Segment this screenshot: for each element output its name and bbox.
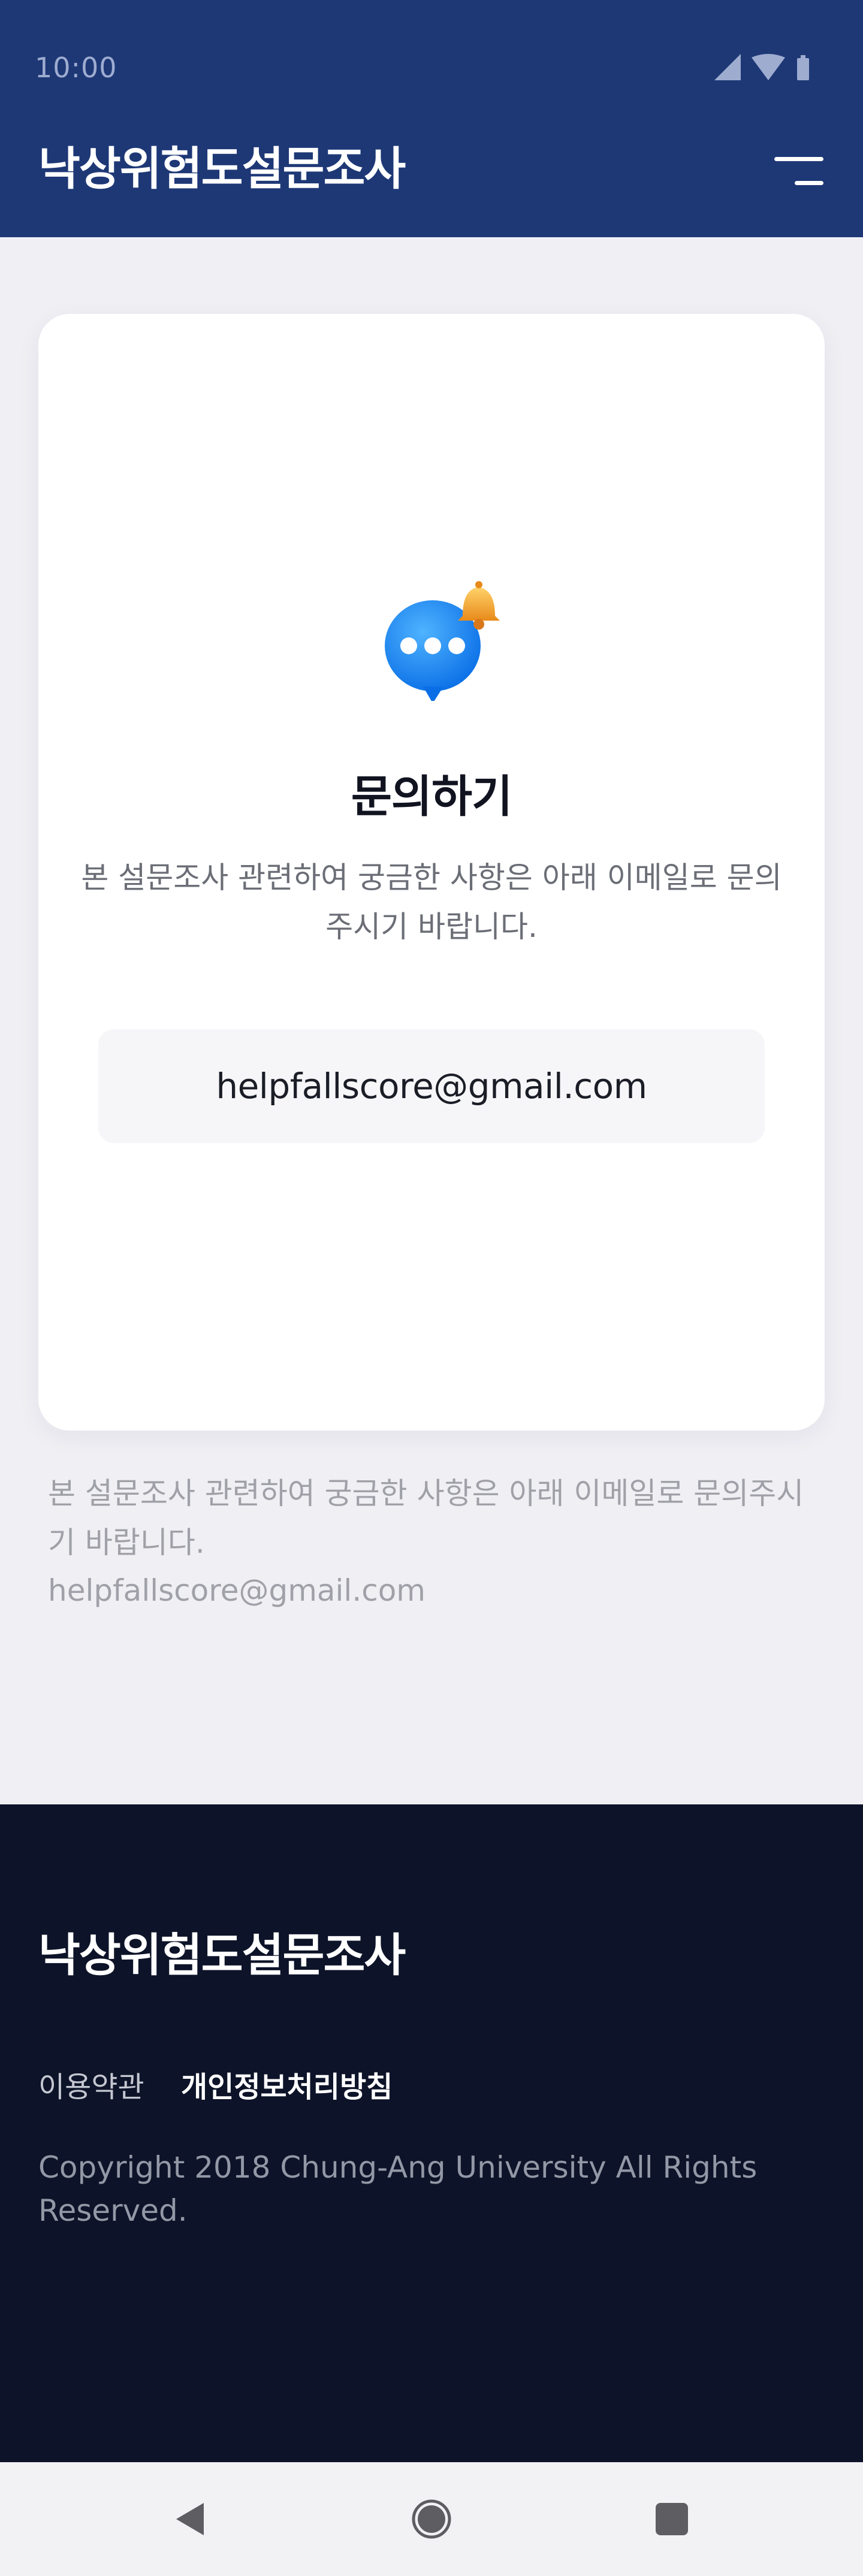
copyright-text: Copyright 2018 Chung-Ang University All … <box>38 2150 758 2228</box>
cellular-signal-icon <box>714 54 741 80</box>
terms-link[interactable]: 이용약관 <box>38 2063 144 2105</box>
info-text: 본 설문조사 관련하여 궁금한 사항은 아래 이메일로 문의주시기 바랍니다. <box>48 1476 804 1560</box>
status-time: 10:00 <box>35 52 117 84</box>
card-title: 문의하기 <box>351 771 512 823</box>
app-title: 낙상위험도설문조사 <box>38 142 406 195</box>
status-icons <box>714 54 809 80</box>
contact-card: 문의하기 본 설문조사 관련하여 궁금한 사항은 아래 이메일로 문의주시기 바… <box>38 314 825 1431</box>
site-footer: 낙상위험도설문조사 이용약관 개인정보처리방침 Copyright 2018 C… <box>0 1804 863 2462</box>
system-nav-bar <box>0 2462 863 2576</box>
recents-icon[interactable] <box>651 2498 693 2540</box>
back-icon[interactable] <box>169 2498 211 2540</box>
status-bar: 10:00 <box>0 0 863 138</box>
wifi-icon <box>752 54 785 80</box>
menu-icon[interactable] <box>774 157 823 186</box>
app-header: 10:00 낙상위험도설문조사 <box>0 0 863 237</box>
privacy-policy-link[interactable]: 개인정보처리방침 <box>181 2063 393 2105</box>
email-box[interactable]: helpfallscore@gmail.com <box>98 1029 765 1143</box>
contact-email[interactable]: helpfallscore@gmail.com <box>216 1066 647 1106</box>
footer-title: 낙상위험도설문조사 <box>38 1928 406 1982</box>
chat-bubble-bell-icon <box>385 581 500 701</box>
home-icon[interactable] <box>411 2498 452 2540</box>
card-description: 본 설문조사 관련하여 궁금한 사항은 아래 이메일로 문의주시기 바랍니다. <box>81 860 782 944</box>
battery-icon <box>797 55 809 80</box>
info-email: helpfallscore@gmail.com <box>48 1573 426 1608</box>
